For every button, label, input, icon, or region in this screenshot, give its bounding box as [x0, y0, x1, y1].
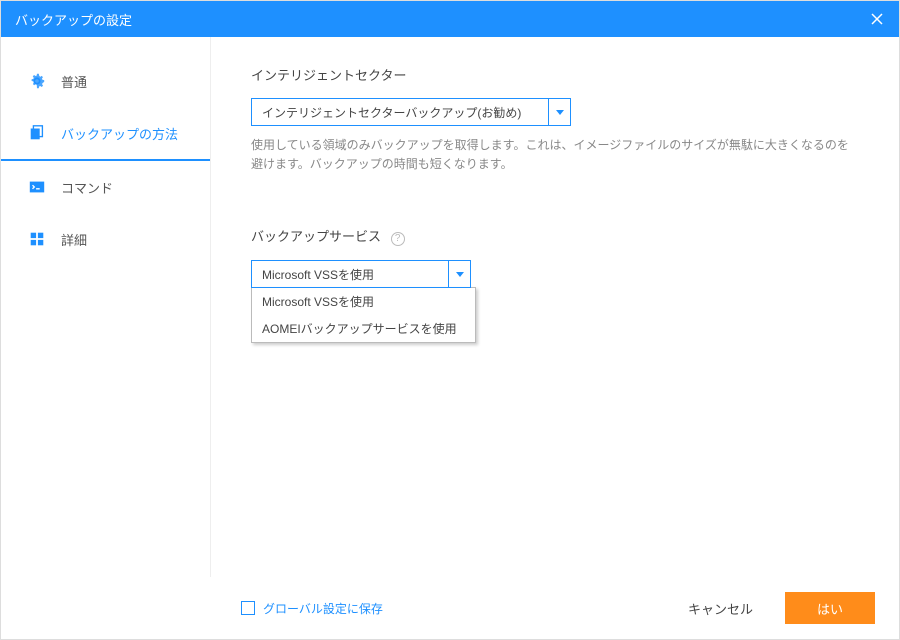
footer: グローバル設定に保存 キャンセル はい [1, 577, 899, 639]
sidebar-item-label: バックアップの方法 [61, 124, 178, 143]
grid-icon [27, 229, 47, 249]
dropdown-option-aomei[interactable]: AOMEIバックアップサービスを使用 [252, 315, 475, 342]
sidebar-item-backup-method[interactable]: バックアップの方法 [1, 107, 210, 161]
sidebar-item-general[interactable]: 普通 [1, 55, 210, 107]
sidebar-item-label: 普通 [61, 72, 87, 91]
intelligent-sector-desc: 使用している領域のみバックアップを取得します。これは、イメージファイルのサイズが… [251, 136, 859, 174]
checkbox-icon [241, 601, 255, 615]
sidebar-item-label: 詳細 [61, 230, 87, 249]
sidebar-item-command[interactable]: コマンド [1, 161, 210, 213]
save-global-checkbox[interactable]: グローバル設定に保存 [241, 600, 383, 617]
copy-icon [27, 123, 47, 143]
sidebar-item-advanced[interactable]: 詳細 [1, 213, 210, 265]
dropdown-option-vss[interactable]: Microsoft VSSを使用 [252, 288, 475, 315]
cancel-button[interactable]: キャンセル [668, 592, 773, 624]
help-icon[interactable]: ? [391, 232, 405, 246]
sidebar-item-label: コマンド [61, 178, 113, 197]
backup-service-label: バックアップサービス ? [251, 226, 859, 246]
ok-button[interactable]: はい [785, 592, 875, 624]
window-title: バックアップの設定 [15, 10, 132, 29]
gear-icon [27, 71, 47, 91]
terminal-icon [27, 177, 47, 197]
intelligent-sector-label: インテリジェントセクター [251, 65, 859, 84]
select-value: Microsoft VSSを使用 [252, 266, 448, 283]
chevron-down-icon [448, 261, 470, 287]
select-value: インテリジェントセクターバックアップ(お勧め) [252, 104, 548, 121]
backup-service-dropdown: Microsoft VSSを使用 AOMEIバックアップサービスを使用 [251, 287, 476, 343]
content: インテリジェントセクター インテリジェントセクターバックアップ(お勧め) 使用し… [211, 37, 899, 577]
close-icon[interactable] [869, 11, 885, 27]
checkbox-label: グローバル設定に保存 [263, 600, 383, 617]
intelligent-sector-select[interactable]: インテリジェントセクターバックアップ(お勧め) [251, 98, 571, 126]
backup-service-select[interactable]: Microsoft VSSを使用 [251, 260, 471, 288]
titlebar: バックアップの設定 [1, 1, 899, 37]
sidebar: 普通 バックアップの方法 コマンド 詳細 [1, 37, 211, 577]
chevron-down-icon [548, 99, 570, 125]
main: 普通 バックアップの方法 コマンド 詳細 インテリジェントセクター インテリジェ… [1, 37, 899, 577]
